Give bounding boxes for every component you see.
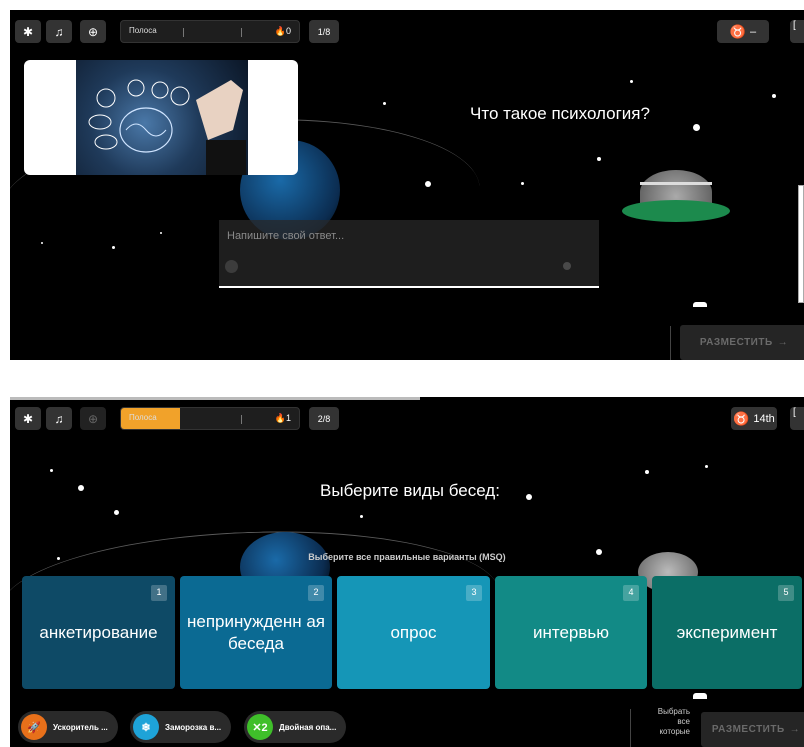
divider [630, 709, 631, 747]
powerup-label: Заморозка в... [165, 722, 222, 732]
scrollbar[interactable] [798, 185, 804, 303]
quiz-toolbar: ✱ ♫ ⊕ Полоса 🔥1 2/8 ♉ 14th [ [10, 397, 804, 439]
quiz-toolbar: ✱ ♫ ⊕ Полоса 🔥0 1/8 ♉ – [ [10, 10, 804, 52]
fullscreen-button[interactable]: [ [790, 20, 804, 43]
answer-option-5[interactable]: 5 эксперимент [652, 576, 802, 689]
option-text: анкетирование [39, 622, 158, 642]
option-number: 4 [623, 585, 639, 601]
option-number: 5 [778, 585, 794, 601]
powerup-label: Двойная опа... [279, 722, 337, 732]
progress-label: Полоса [129, 26, 157, 35]
select-all-line: которые [659, 727, 690, 736]
star [50, 469, 53, 472]
zoom-button[interactable]: ⊕ [80, 407, 106, 430]
music-note-icon: ♫ [54, 24, 64, 39]
music-note-icon: ♫ [54, 411, 64, 426]
submit-label: РАЗМЕСТИТЬ [711, 724, 785, 735]
flame-icon: 🔥 [274, 26, 286, 36]
gear-icon: ✱ [22, 24, 34, 39]
settings-button[interactable]: ✱ [15, 20, 41, 43]
music-button[interactable]: ♫ [46, 407, 72, 430]
streak-value: 0 [285, 26, 291, 36]
option-text: непринужденн ая беседа [187, 612, 325, 653]
answer-input[interactable] [227, 230, 587, 242]
powerup-label: Ускоритель ... [53, 722, 108, 732]
rank-icon: ♉ [733, 410, 750, 426]
star [360, 515, 363, 518]
option-number: 1 [151, 585, 167, 601]
question-text: Выберите виды бесед: [320, 481, 500, 500]
brain-mindmap-image [76, 60, 248, 175]
fullscreen-button[interactable]: [ [790, 407, 804, 430]
rank-icon: ♉ [729, 23, 747, 39]
settings-button[interactable]: ✱ [15, 407, 41, 430]
star [78, 485, 84, 491]
select-all-line: все [677, 717, 690, 726]
select-all-hint[interactable]: Выбрать все которые [642, 707, 690, 737]
option-text: интервью [532, 622, 610, 642]
zoom-in-icon: ⊕ [87, 411, 99, 426]
answer-box[interactable] [219, 220, 599, 288]
rank-value: 14th [753, 412, 775, 425]
streak-value: 1 [285, 413, 291, 423]
snowflake-icon: ❄ [133, 714, 159, 740]
zoom-button[interactable]: ⊕ [80, 20, 106, 43]
fullscreen-icon: [ [793, 20, 796, 31]
question-counter: 1/8 [309, 20, 339, 43]
answer-option-3[interactable]: 3 опрос [337, 576, 490, 689]
star [705, 465, 708, 468]
question-image [24, 60, 298, 175]
submit-button[interactable]: РАЗМЕСТИТЬ → [701, 712, 804, 747]
answer-option-4[interactable]: 4 интервью [495, 576, 647, 689]
question-counter: 2/8 [309, 407, 339, 430]
flame-icon: 🔥 [274, 413, 286, 423]
option-number: 2 [308, 585, 324, 601]
option-number: 3 [466, 585, 482, 601]
star [645, 470, 649, 474]
arrow-right-icon: → [777, 337, 789, 348]
rank-value: – [750, 25, 757, 38]
star [383, 102, 386, 105]
streak-counter: 🔥0 [275, 26, 291, 37]
progress-label: Полоса [129, 413, 157, 422]
star [114, 510, 119, 515]
submit-button[interactable]: РАЗМЕСТИТЬ → [680, 325, 804, 360]
zoom-in-icon: ⊕ [87, 24, 99, 39]
star [772, 94, 776, 98]
rank-badge: ♉ 14th [731, 407, 777, 430]
star [597, 157, 601, 161]
star [521, 182, 524, 185]
divider [670, 326, 671, 360]
submit-label: РАЗМЕСТИТЬ [699, 337, 773, 348]
select-all-line: Выбрать [657, 707, 690, 716]
option-text: опрос [390, 622, 437, 642]
quiz-screen-open-ended: ✱ ♫ ⊕ Полоса 🔥0 1/8 ♉ – [Что такое псих… [10, 10, 804, 360]
question-hint: Выберите все правильные варианты (MSQ) [308, 552, 506, 562]
streak-progress-bar: Полоса 🔥1 [120, 407, 300, 430]
streak-progress-bar: Полоса 🔥0 [120, 20, 300, 43]
rank-badge: ♉ – [717, 20, 769, 43]
ufo-light [693, 693, 707, 699]
option-text: эксперимент [676, 622, 778, 642]
powerup-booster[interactable]: 🚀 Ускоритель ... [18, 711, 118, 743]
arrow-right-icon: → [789, 724, 801, 735]
streak-counter: 🔥1 [275, 413, 291, 424]
powerup-double[interactable]: ✕2 Двойная опа... [244, 711, 347, 743]
fullscreen-icon: [ [793, 407, 796, 418]
rocket-icon: 🚀 [21, 714, 47, 740]
double-icon: ✕2 [247, 714, 273, 740]
powerup-freeze[interactable]: ❄ Заморозка в... [130, 711, 232, 743]
music-button[interactable]: ♫ [46, 20, 72, 43]
star [630, 80, 633, 83]
gear-icon: ✱ [22, 411, 34, 426]
answer-option-2[interactable]: 2 непринужденн ая беседа [180, 576, 332, 689]
quiz-screen-multi-select: ✱ ♫ ⊕ Полоса 🔥1 2/8 ♉ 14th [ Выберите вид… [10, 397, 804, 747]
star [693, 124, 700, 131]
answer-option-1[interactable]: 1 анкетирование [22, 576, 175, 689]
question-text: Что такое психология? [470, 104, 650, 123]
